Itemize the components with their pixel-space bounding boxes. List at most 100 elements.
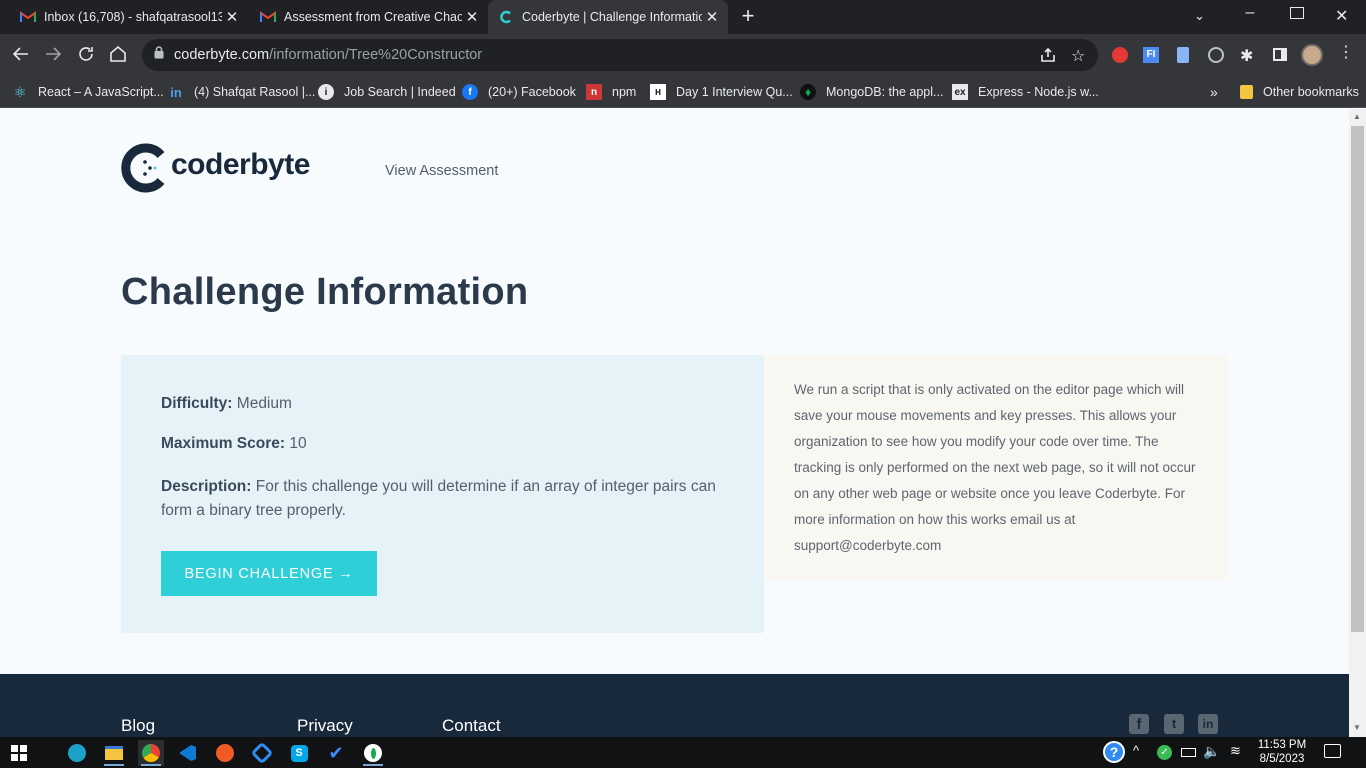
indeed-icon: i — [318, 84, 334, 100]
bookmark-indeed[interactable]: i Job Search | Indeed — [318, 76, 456, 108]
bookmark-label: (4) Shafqat Rasool |... — [194, 85, 316, 99]
coderbyte-logo[interactable]: coderbyte — [121, 143, 310, 193]
scroll-up-arrow[interactable]: ▲ — [1353, 112, 1361, 121]
share-icon[interactable] — [1040, 47, 1056, 68]
difficulty-value: Medium — [236, 395, 292, 412]
challenge-details-card: Difficulty: Medium Maximum Score: 10 Des… — [121, 355, 764, 633]
wifi-icon[interactable]: ≋ — [1230, 743, 1241, 759]
tab-search-icon[interactable]: ⌄ — [1194, 8, 1205, 24]
bookmarks-overflow-button[interactable]: » — [1210, 76, 1218, 108]
gmail-icon — [20, 9, 36, 25]
security-check-icon[interactable]: ✓ — [1157, 745, 1172, 760]
todo-icon[interactable]: ✔ — [323, 740, 349, 766]
bookmark-facebook[interactable]: f (20+) Facebook — [462, 76, 576, 108]
react-icon: ⚛ — [13, 83, 27, 100]
tracking-notice-text: We run a script that is only activated o… — [794, 382, 1196, 553]
reload-button[interactable] — [77, 45, 95, 68]
other-bookmarks-label: Other bookmarks — [1263, 85, 1359, 99]
facebook-icon: f — [462, 84, 478, 100]
skype-icon[interactable]: S — [286, 740, 312, 766]
bookmark-hackerrank[interactable]: H Day 1 Interview Qu... — [650, 76, 793, 108]
clock-date: 8/5/2023 — [1259, 753, 1305, 765]
side-panel-icon[interactable] — [1273, 48, 1287, 61]
tab-title: Assessment from Creative Chaos — [284, 10, 462, 24]
tab-title: Inbox (16,708) - shafqatrasool130 — [44, 10, 222, 24]
browser-toolbar: coderbyte.com/information/Tree%20Constru… — [0, 34, 1366, 76]
extension-record-icon[interactable] — [1208, 47, 1224, 63]
close-icon[interactable]: ✕ — [702, 8, 722, 26]
file-explorer-icon[interactable] — [101, 740, 127, 766]
bookmark-label: React – A JavaScript... — [38, 85, 164, 99]
system-clock[interactable]: 11:53 PM 8/5/2023 — [1254, 738, 1310, 766]
avatar[interactable] — [1301, 44, 1323, 66]
vscode-icon[interactable] — [175, 740, 201, 766]
windows-taskbar: S ✔ ? ^ ✓ 🔈 ≋ 11:53 PM 8/5/2023 — [0, 737, 1366, 768]
forward-button[interactable] — [44, 45, 62, 68]
help-icon[interactable]: ? — [1103, 741, 1125, 763]
folder-icon — [1240, 85, 1253, 99]
lock-icon — [154, 46, 164, 64]
bookmark-mongodb[interactable]: ♦ MongoDB: the appl... — [800, 76, 943, 108]
back-button[interactable] — [12, 45, 30, 68]
new-tab-button[interactable]: + — [736, 5, 760, 29]
tab-assessment[interactable]: Assessment from Creative Chaos ✕ — [248, 0, 488, 34]
windows-start-icon[interactable] — [6, 740, 32, 766]
gmail-icon — [260, 9, 276, 25]
battery-icon[interactable] — [1181, 748, 1196, 757]
tab-strip: Inbox (16,708) - shafqatrasool130 ✕ Asse… — [0, 0, 1366, 34]
home-button[interactable] — [108, 44, 128, 69]
begin-challenge-button[interactable]: BEGIN CHALLENGE → — [161, 551, 377, 596]
extension-docs-icon[interactable] — [1177, 47, 1189, 63]
app-network-icon[interactable] — [249, 740, 275, 766]
notification-icon[interactable] — [1324, 744, 1341, 758]
bookmark-label: npm — [612, 85, 637, 99]
scroll-down-arrow[interactable]: ▼ — [1353, 723, 1361, 732]
tab-coderbyte[interactable]: Coderbyte | Challenge Information ✕ — [488, 0, 728, 34]
minimize-button[interactable]: – — [1240, 4, 1260, 22]
bookmark-express[interactable]: ex Express - Node.js w... — [952, 76, 1099, 108]
extensions-puzzle-icon[interactable]: ✱ — [1240, 46, 1253, 66]
extension-translate-icon[interactable]: FI — [1143, 47, 1159, 63]
postman-icon[interactable] — [212, 740, 238, 766]
url-domain: coderbyte.com — [174, 47, 270, 63]
close-icon[interactable]: ✕ — [222, 8, 242, 26]
tab-title: Coderbyte | Challenge Information — [522, 10, 702, 24]
menu-kebab-icon[interactable]: ⋮ — [1338, 44, 1354, 62]
bookmark-npm[interactable]: n npm — [586, 76, 636, 108]
description-label: Description: — [161, 478, 252, 495]
extension-adblock-icon[interactable] — [1112, 47, 1128, 63]
view-assessment-link[interactable]: View Assessment — [385, 163, 498, 179]
twitter-icon[interactable]: t — [1164, 714, 1184, 734]
page-scrollbar[interactable]: ▲ ▼ — [1349, 109, 1366, 737]
close-icon[interactable]: ✕ — [462, 8, 482, 26]
hackerrank-icon: H — [650, 84, 666, 100]
bookmark-label: Day 1 Interview Qu... — [676, 85, 793, 99]
bookmark-label: MongoDB: the appl... — [826, 85, 944, 99]
footer-link-blog[interactable]: Blog — [121, 716, 155, 736]
bookmark-react[interactable]: ⚛ React – A JavaScript... — [12, 76, 164, 108]
footer-link-contact[interactable]: Contact — [442, 716, 501, 736]
page-content: coderbyte View Assessment Challenge Info… — [0, 109, 1349, 737]
edge-icon[interactable] — [64, 740, 90, 766]
tab-inbox[interactable]: Inbox (16,708) - shafqatrasool130 ✕ — [0, 0, 248, 34]
volume-icon[interactable]: 🔈 — [1203, 743, 1220, 760]
facebook-icon[interactable]: f — [1129, 714, 1149, 734]
bookmark-star-icon[interactable]: ☆ — [1071, 46, 1085, 66]
close-window-button[interactable]: ✕ — [1335, 6, 1348, 26]
mongodb-compass-icon[interactable] — [360, 740, 386, 766]
chrome-icon[interactable] — [138, 740, 164, 766]
max-score-row: Maximum Score: 10 — [161, 435, 307, 453]
address-bar[interactable]: coderbyte.com/information/Tree%20Constru… — [142, 39, 1098, 71]
coderbyte-icon — [498, 9, 514, 25]
restore-button[interactable] — [1290, 7, 1304, 19]
max-score-label: Maximum Score: — [161, 435, 286, 452]
linkedin-icon[interactable]: in — [1198, 714, 1218, 734]
chevron-up-icon[interactable]: ^ — [1133, 743, 1139, 758]
difficulty-label: Difficulty: — [161, 395, 233, 412]
coderbyte-logo-icon — [121, 143, 165, 193]
other-bookmarks[interactable]: Other bookmarks — [1240, 76, 1359, 108]
footer-link-privacy[interactable]: Privacy — [297, 716, 353, 736]
bookmark-linkedin[interactable]: in (4) Shafqat Rasool |... — [168, 76, 315, 108]
logo-text: coderbyte — [171, 148, 310, 181]
scrollbar-thumb[interactable] — [1351, 126, 1364, 632]
